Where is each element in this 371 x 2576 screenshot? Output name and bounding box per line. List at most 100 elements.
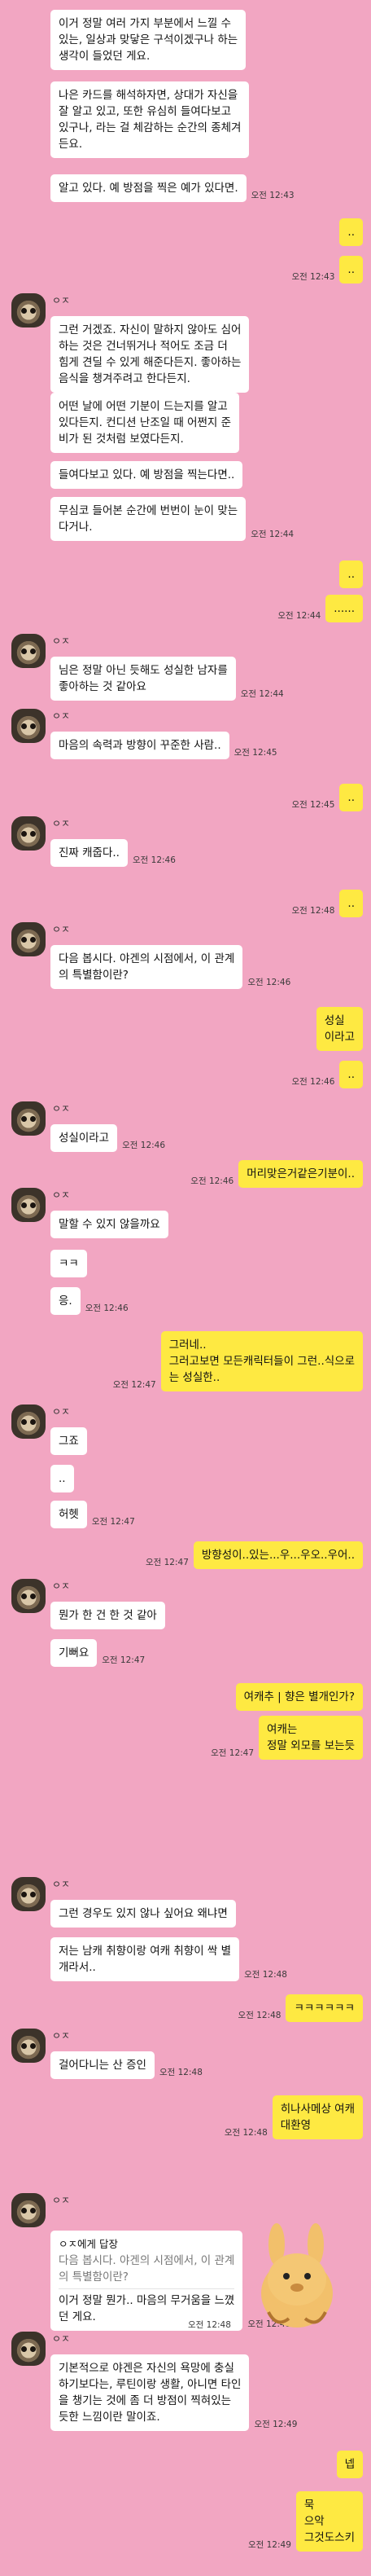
sender-avatar[interactable] [11,816,46,851]
message-bubble[interactable]: 방향성이..있는...우...우오..우어.. [193,1541,363,1569]
sent-message[interactable]: 여캐는 정말 외모를 보는듯 오전 12:47 [206,1716,363,1760]
sender-avatar[interactable] [11,1579,46,1613]
message-bubble[interactable]: ㅇㅈ에게 답장 다음 봅시다. 야겐의 시점에서, 이 관계 의 특별함이란? 이거… [50,2231,243,2331]
message-bubble[interactable]: 걸어다니는 산 증인 [50,2051,155,2079]
message-bubble[interactable]: 응. [50,1287,81,1315]
message-bubble[interactable]: 님은 정말 아닌 듯해도 성실한 남자를 좋아하는 것 같아요 [50,657,236,701]
message-bubble[interactable]: 다음 봅시다. 야겐의 시점에서, 이 관계 의 특별함이란? [50,945,243,989]
message-bubble[interactable]: .. [339,218,363,246]
sent-message[interactable]: ...... 오전 12:44 [273,595,363,622]
sender-avatar[interactable] [11,293,46,327]
sent-message[interactable]: 넵 [336,2451,363,2478]
sender-avatar[interactable] [11,2029,46,2063]
message-bubble[interactable]: 성실이라고 [50,1124,118,1152]
message-bubble[interactable]: 성실 이라고 [316,1007,363,1051]
sent-message[interactable]: 머리맞은거같은기분이.. 오전 12:46 [186,1160,363,1188]
message-bubble[interactable]: .. [50,1465,74,1492]
message-bubble[interactable]: 허헷 [50,1501,87,1528]
sender-avatar[interactable] [11,634,46,668]
message-bubble[interactable]: 나은 카드를 해석하자면, 상대가 자신을 잘 알고 있고, 또한 유심히 들여… [50,81,250,158]
sent-message[interactable]: .. 오전 12:48 [286,890,363,917]
message-bubble[interactable]: 어떤 날에 어떤 기분이 드는지를 알고 있다든지. 컨디션 난조일 때 어쩐지… [50,393,240,453]
sender-avatar[interactable] [11,2332,46,2366]
message-bubble[interactable]: 들여다보고 있다. 예 방점을 찍는다면.. [50,461,243,489]
message-bubble[interactable]: 마음의 속력과 방향이 꾸준한 사람.. [50,732,229,759]
received-message[interactable]: .. [50,1465,74,1492]
message-bubble[interactable]: 무심코 들어본 순간에 번번이 눈이 맞는 다거나. [50,497,247,541]
message-bubble[interactable]: .. [339,256,363,284]
message-bubble[interactable]: 기본적으로 야겐은 자신의 욕망에 충실 하기보다는, 루틴이랑 생활, 아니면… [50,2354,250,2431]
message-bubble[interactable]: 넵 [336,2451,363,2478]
sent-message[interactable]: .. 오전 12:46 [286,1061,363,1088]
received-message[interactable]: 말할 수 있지 않을까요 [50,1211,168,1238]
message-bubble[interactable]: .. [339,890,363,917]
received-message[interactable]: 마음의 속력과 방향이 꾸준한 사람.. 오전 12:45 [50,732,282,759]
sent-message[interactable]: 여캐추 | 향은 별개인가? [235,1683,363,1711]
sender-avatar[interactable] [11,1188,46,1222]
message-bubble[interactable]: 진짜 캐줍다.. [50,839,128,867]
received-message[interactable]: 나은 카드를 해석하자면, 상대가 자신을 잘 알고 있고, 또한 유심히 들여… [50,81,250,158]
message-bubble[interactable]: ㅋㅋ [50,1250,87,1277]
sender-avatar[interactable] [11,1404,46,1439]
sent-message[interactable]: .. 오전 12:45 [286,784,363,811]
message-bubble[interactable]: .. [339,784,363,811]
message-bubble[interactable]: 여캐추 | 향은 별개인가? [235,1683,363,1711]
sent-message[interactable]: .. [339,218,363,246]
message-bubble[interactable]: 그러네.. 그러고보면 모든캐릭터들이 그런..식으로 는 성실한.. [160,1331,363,1391]
received-message[interactable]: 그죠 [50,1427,87,1455]
received-message[interactable]: 어떤 날에 어떤 기분이 드는지를 알고 있다든지. 컨디션 난조일 때 어쩐지… [50,393,240,453]
received-message[interactable]: 그런 거겠죠. 자신이 말하지 않아도 심어 하는 것은 건너뛰거나 적어도 조… [50,316,250,393]
sender-avatar[interactable] [11,2193,46,2227]
sender-avatar[interactable] [11,709,46,743]
sender-avatar[interactable] [11,922,46,956]
message-bubble[interactable]: ...... [325,595,363,622]
sender-name: ㅇㅈ [52,2333,71,2345]
message-bubble[interactable]: 이거 정말 여러 가지 부분에서 느낄 수 있는, 일상과 맞닿은 구석이겠구나… [50,10,247,70]
message-bubble[interactable]: 그런 경우도 있지 않나 싶어요 왜냐면 [50,1900,236,1928]
sent-message[interactable]: .. 오전 12:43 [286,256,363,284]
received-message[interactable]: 뭔가 한 건 한 것 같아 [50,1602,165,1629]
received-message[interactable]: 기뻐요 오전 12:47 [50,1639,150,1667]
sender-name: ㅇㅈ [52,2030,71,2042]
received-message[interactable]: 알고 있다. 예 방점을 찍은 예가 있다면. 오전 12:43 [50,174,299,202]
received-message[interactable]: 무심코 들어본 순간에 번번이 눈이 맞는 다거나. 오전 12:44 [50,497,299,541]
sent-message[interactable]: 그러네.. 그러고보면 모든캐릭터들이 그런..식으로 는 성실한.. 오전 12… [108,1331,363,1391]
received-message[interactable]: 그런 경우도 있지 않나 싶어요 왜냐면 [50,1900,236,1928]
received-message[interactable]: 들여다보고 있다. 예 방점을 찍는다면.. [50,461,243,489]
quoted-message[interactable]: 다음 봅시다. 야겐의 시점에서, 이 관계 의 특별함이란? [59,2253,235,2289]
sender-avatar[interactable] [11,1101,46,1136]
message-bubble[interactable]: 그죠 [50,1427,87,1455]
received-message[interactable]: 걸어다니는 산 증인 오전 12:48 [50,2051,207,2079]
sent-message[interactable]: 묵 으악 그것도스키 오전 12:49 [243,2491,363,2552]
message-bubble[interactable]: 알고 있다. 예 방점을 찍은 예가 있다면. [50,174,247,202]
message-bubble[interactable]: 그런 거겠죠. 자신이 말하지 않아도 심어 하는 것은 건너뛰거나 적어도 조… [50,316,250,393]
message-bubble[interactable]: .. [339,560,363,588]
sent-message[interactable]: 방향성이..있는...우...우오..우어.. 오전 12:47 [141,1541,363,1569]
received-message[interactable]: 이거 정말 여러 가지 부분에서 느낄 수 있는, 일상과 맞닿은 구석이겠구나… [50,10,247,70]
received-message[interactable]: 저는 남캐 취향이랑 여캐 취향이 싹 별 개라서.. 오전 12:48 [50,1937,292,1981]
message-bubble[interactable]: .. [339,1061,363,1088]
message-bubble[interactable]: 여캐는 정말 외모를 보는듯 [259,1716,363,1760]
message-bubble[interactable]: 머리맞은거같은기분이.. [238,1160,363,1188]
message-bubble[interactable]: 말할 수 있지 않을까요 [50,1211,168,1238]
sent-message[interactable]: ㅋㅋㅋㅋㅋㅋ 오전 12:48 [234,1994,363,2022]
sent-message[interactable]: 성실 이라고 [316,1007,363,1051]
message-bubble[interactable]: 뭔가 한 건 한 것 같아 [50,1602,165,1629]
received-message[interactable]: 다음 봅시다. 야겐의 시점에서, 이 관계 의 특별함이란? 오전 12:46 [50,945,295,989]
chat-area[interactable]: ㅇㅈ ㅇㅈ ㅇㅈ ㅇㅈ ㅇㅈ ㅇㅈ ㅇㅈ ㅇㅈ ㅇㅈ ㅇㅈ ㅇㅈ ㅇㅈ ㅇㅈ 이거 정말 여러 가지 부분… [0,0,371,2576]
received-message[interactable]: 허헷 오전 12:47 [50,1501,140,1528]
received-message[interactable]: 응. 오전 12:46 [50,1287,133,1315]
sent-message[interactable]: .. [339,560,363,588]
sent-message[interactable]: 히나사메상 여캐 대환영 오전 12:48 [220,2095,363,2139]
received-message[interactable]: 진짜 캐줍다.. 오전 12:46 [50,839,181,867]
received-message[interactable]: 성실이라고 오전 12:46 [50,1124,170,1152]
received-message[interactable]: 기본적으로 야겐은 자신의 욕망에 충실 하기보다는, 루틴이랑 생활, 아니면… [50,2354,302,2431]
sender-avatar[interactable] [11,1877,46,1911]
message-bubble[interactable]: 저는 남캐 취향이랑 여캐 취향이 싹 별 개라서.. [50,1937,240,1981]
received-message[interactable]: ㅋㅋ [50,1250,87,1277]
message-bubble[interactable]: 묵 으악 그것도스키 [295,2491,363,2552]
message-bubble[interactable]: ㅋㅋㅋㅋㅋㅋ [286,1994,363,2022]
message-bubble[interactable]: 기뻐요 [50,1639,98,1667]
message-bubble[interactable]: 히나사메상 여캐 대환영 [272,2095,363,2139]
received-message[interactable]: 님은 정말 아닌 듯해도 성실한 남자를 좋아하는 것 같아요 오전 12:44 [50,657,289,701]
